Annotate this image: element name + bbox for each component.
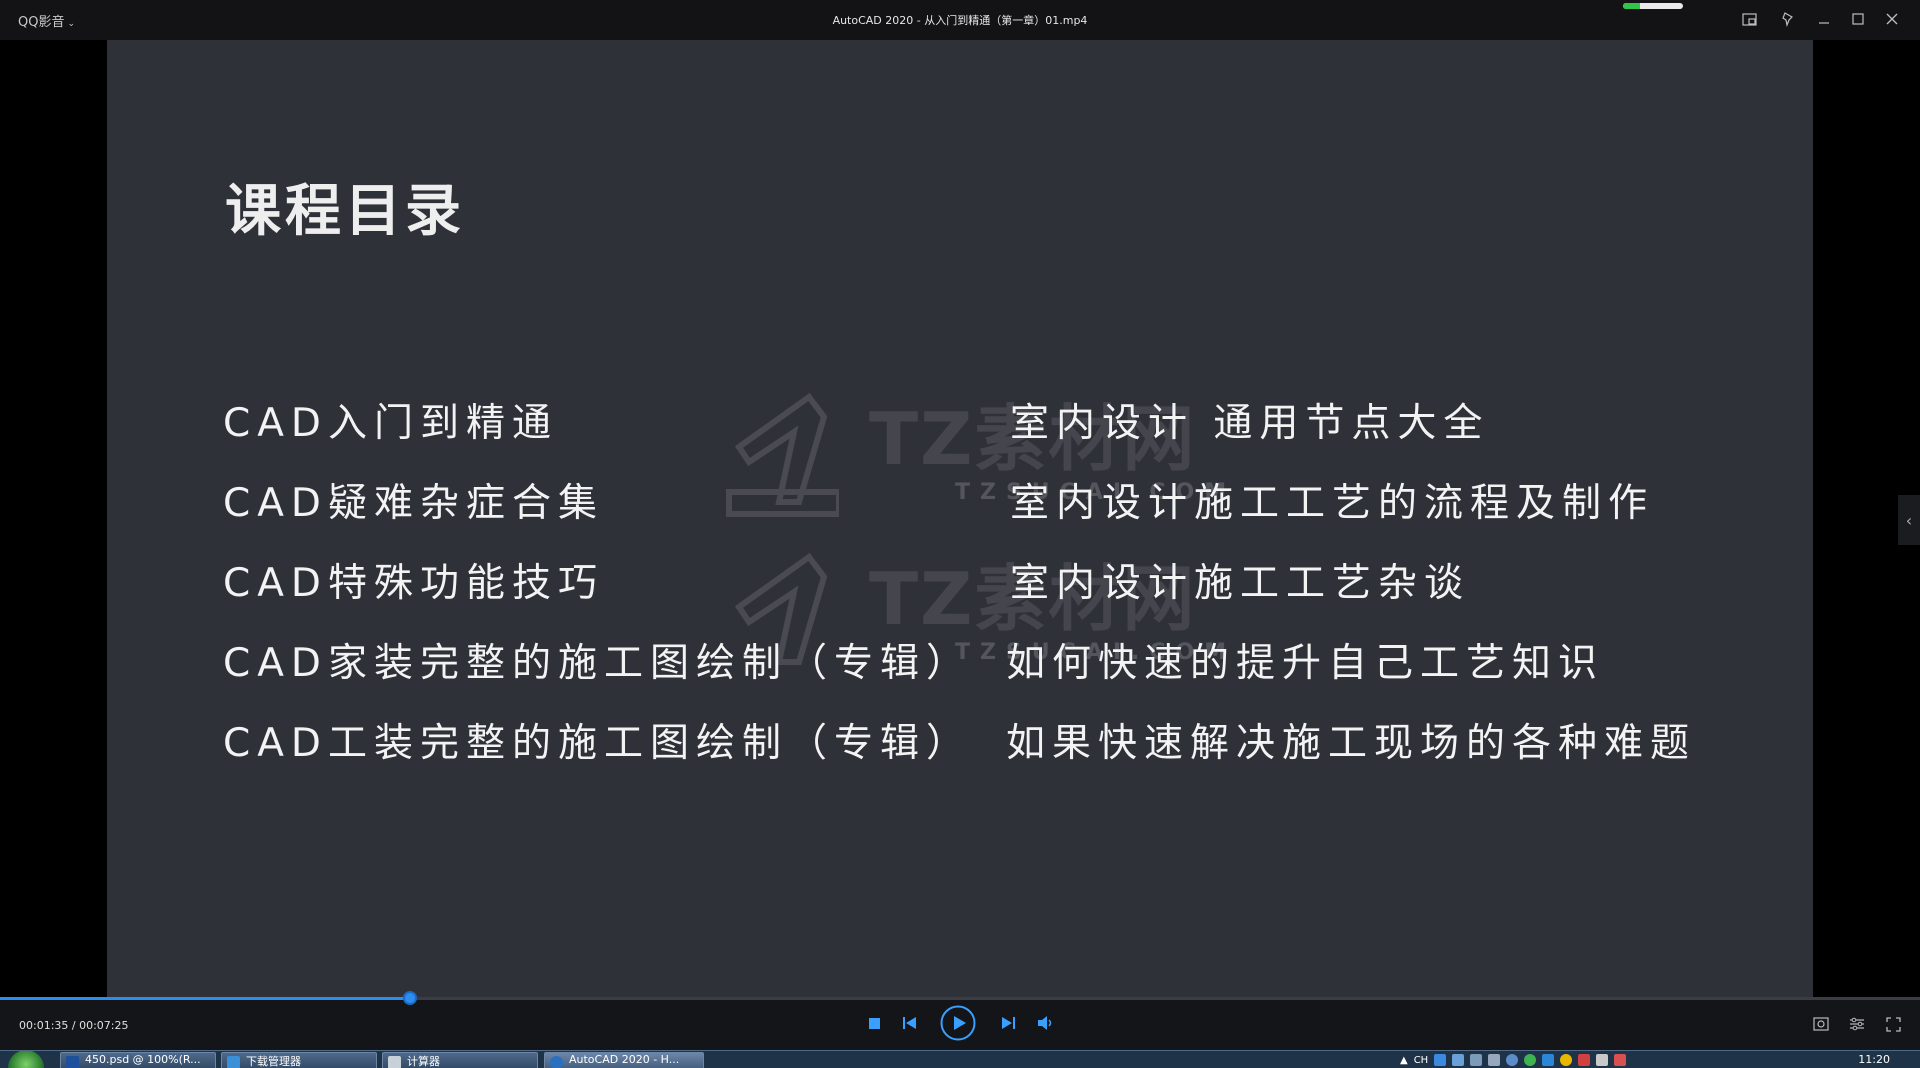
next-button[interactable] — [999, 1015, 1017, 1031]
speaker-icon[interactable] — [1596, 1054, 1609, 1066]
course-item: 如何快速的提升自己工艺知识 — [1006, 641, 1605, 686]
taskbar-item-label: AutoCAD 2020 - H... — [569, 1053, 680, 1066]
settings-button[interactable] — [1845, 1013, 1869, 1035]
time-display: 00:01:35 / 00:07:25 — [19, 1019, 129, 1032]
close-button[interactable] — [1881, 8, 1903, 30]
course-item: CAD入门到精通 — [223, 401, 558, 446]
taskbar-item-label: 计算器 — [407, 1055, 440, 1068]
ime-icon[interactable] — [1434, 1054, 1447, 1066]
screenshot-button[interactable] — [1809, 1013, 1833, 1035]
side-panel-toggle[interactable]: ‹ — [1898, 495, 1920, 545]
taskbar-item-label: 下载管理器 — [246, 1055, 301, 1068]
taskbar-item[interactable]: 计算器 — [382, 1052, 538, 1068]
course-item: CAD特殊功能技巧 — [223, 561, 604, 606]
download-manager-icon — [227, 1056, 240, 1068]
pin-icon — [1782, 11, 1793, 27]
course-item: CAD工装完整的施工图绘制（专辑） — [223, 721, 972, 766]
security-icon[interactable] — [1560, 1054, 1573, 1066]
taskbar-item[interactable]: AutoCAD 2020 - H... — [544, 1052, 704, 1068]
clock[interactable]: 11:20 — [1858, 1053, 1890, 1066]
flag-icon[interactable] — [1614, 1054, 1627, 1066]
video-frame: 课程目录 TZ素材网 TZSUCAI.COM TZ素材网 TZSUCAI.COM… — [107, 40, 1813, 999]
picture-in-picture-icon — [1741, 12, 1757, 26]
screenshot-icon — [1813, 1017, 1829, 1031]
stop-icon — [868, 1017, 880, 1029]
sliders-icon — [1850, 1017, 1864, 1031]
taskbar-item[interactable]: 下载管理器 — [221, 1052, 377, 1068]
network-icon[interactable] — [1524, 1054, 1537, 1066]
skip-forward-icon — [1002, 1017, 1015, 1029]
video-area[interactable]: 课程目录 TZ素材网 TZSUCAI.COM TZ素材网 TZSUCAI.COM… — [0, 40, 1920, 999]
player-controls: 00:01:35 / 00:07:25 — [0, 991, 1920, 1050]
stop-button[interactable] — [866, 1015, 882, 1031]
previous-button[interactable] — [901, 1015, 919, 1031]
start-button[interactable] — [8, 1051, 44, 1068]
chevron-up-icon[interactable]: ▲ — [1400, 1055, 1408, 1066]
close-icon — [1886, 13, 1898, 25]
chevron-left-icon: ‹ — [1905, 510, 1913, 530]
input-method-indicator[interactable]: CH — [1414, 1055, 1429, 1066]
system-tray: ▲ CH — [1400, 1052, 1627, 1068]
volume-icon — [1038, 1016, 1052, 1030]
photoshop-icon — [66, 1056, 79, 1068]
course-item: CAD疑难杂症合集 — [223, 481, 604, 526]
bluetooth-icon[interactable] — [1542, 1054, 1555, 1066]
window-title: AutoCAD 2020 - 从入门到精通（第一章）01.mp4 — [832, 14, 1088, 27]
mini-mode-button[interactable] — [1738, 8, 1760, 30]
course-item: 室内设计施工工艺的流程及制作 — [1010, 481, 1655, 526]
title-bar: QQ影音 ⌄ AutoCAD 2020 - 从入门到精通（第一章）01.mp4 — [0, 0, 1920, 41]
volume-button[interactable] — [1036, 1014, 1056, 1032]
minimize-icon — [1819, 22, 1829, 24]
help-icon[interactable] — [1506, 1054, 1519, 1066]
maximize-button[interactable] — [1847, 8, 1869, 30]
seek-handle[interactable] — [402, 991, 417, 1005]
taskbar-item[interactable]: 450.psd @ 100%(R... — [60, 1052, 216, 1068]
course-item: 室内设计 通用节点大全 — [1010, 401, 1490, 446]
course-item: 如果快速解决施工现场的各种难题 — [1006, 721, 1697, 766]
pin-on-top-button[interactable] — [1777, 8, 1799, 30]
tool-icon[interactable] — [1488, 1054, 1501, 1066]
course-item: CAD家装完整的施工图绘制（专辑） — [223, 641, 972, 686]
watermark-logo — [726, 392, 839, 517]
calculator-icon — [388, 1056, 401, 1068]
minimize-button[interactable] — [1813, 8, 1835, 30]
skip-back-icon — [903, 1017, 916, 1029]
loading-indicator-fill — [1623, 3, 1640, 9]
slide-title: 课程目录 — [225, 179, 465, 244]
keyboard-icon[interactable] — [1470, 1054, 1483, 1066]
language-icon[interactable] — [1452, 1054, 1465, 1066]
maximize-icon — [1852, 13, 1864, 25]
loading-indicator — [1623, 3, 1683, 9]
fullscreen-button[interactable] — [1881, 1013, 1905, 1035]
taskbar-item-label: 450.psd @ 100%(R... — [85, 1053, 201, 1066]
course-item: 室内设计施工工艺杂谈 — [1010, 561, 1471, 606]
qq-player-icon — [550, 1056, 563, 1068]
play-icon — [940, 1005, 976, 1041]
notification-icon[interactable] — [1578, 1054, 1591, 1066]
seek-bar-played — [0, 997, 410, 1000]
fullscreen-icon — [1885, 1016, 1901, 1032]
seek-bar[interactable] — [0, 991, 1920, 1005]
os-taskbar: 450.psd @ 100%(R... 下载管理器 计算器 AutoCAD 20… — [0, 1050, 1920, 1068]
play-button[interactable] — [940, 1005, 976, 1041]
